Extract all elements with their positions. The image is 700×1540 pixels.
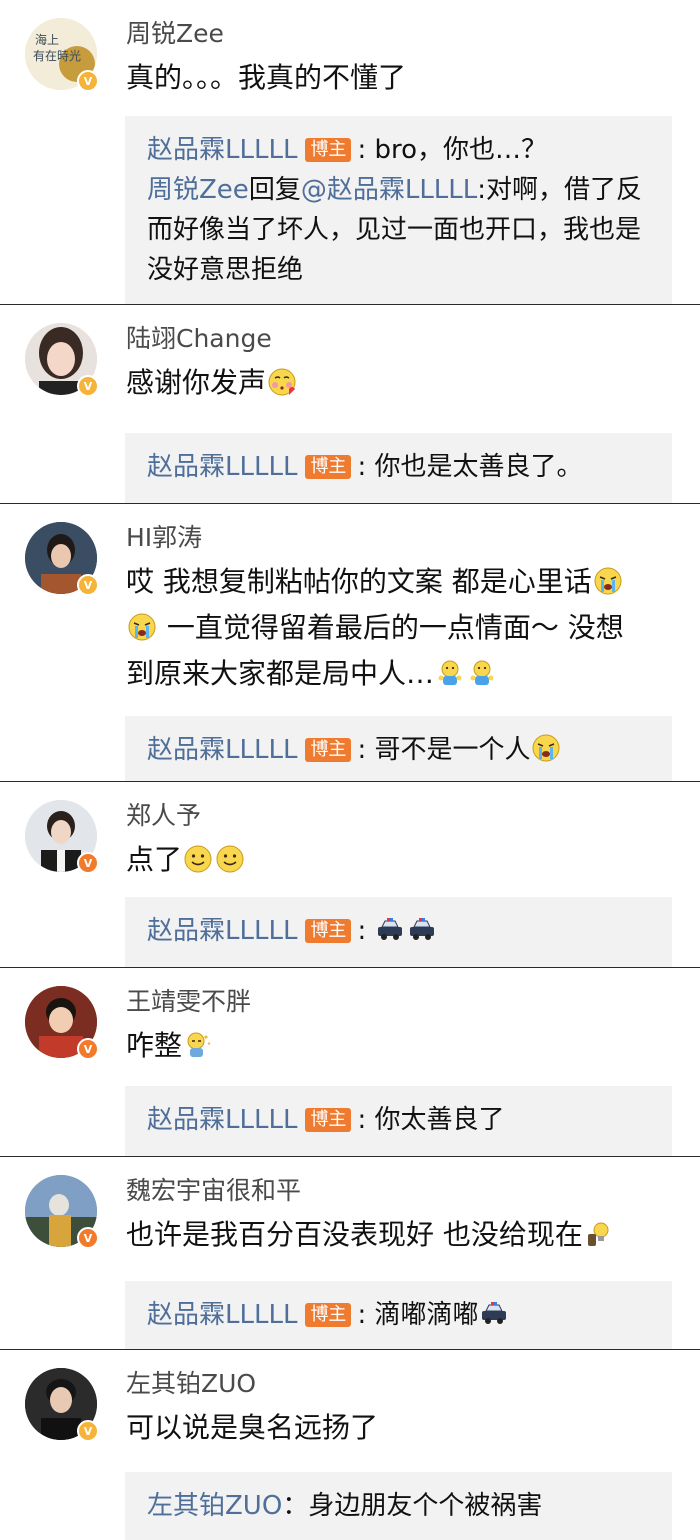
kiss-face-emoji-icon: [267, 367, 297, 397]
reply-line: 左其铂ZUO：身边朋友个个被祸害: [147, 1486, 650, 1526]
verified-badge-icon: V: [77, 70, 99, 92]
crying-face-emoji-icon: [127, 612, 157, 642]
reply-box[interactable]: 左其铂ZUO：身边朋友个个被祸害: [125, 1472, 672, 1540]
avatar[interactable]: V: [25, 522, 99, 596]
comment-text-line: 一直觉得留着最后的一点情面～ 没想: [126, 605, 672, 651]
comment-item: V 郑人予 点了 赵品霖LLLLL 博主:: [0, 781, 700, 967]
police-car-emoji-icon: [479, 1298, 509, 1328]
svg-text:有在時光: 有在時光: [33, 49, 81, 63]
svg-text:海上: 海上: [35, 32, 59, 47]
crying-laugh-emoji-icon: [531, 733, 561, 763]
comment-text: 咋整: [126, 1023, 672, 1069]
reply-box[interactable]: 赵品霖LLLLL 博主: bro，你也…？ 周锐Zee回复@赵品霖LLLLL:对啊…: [125, 116, 672, 304]
blogger-badge: 博主: [305, 1108, 352, 1132]
smile-face-emoji-icon: [215, 844, 245, 874]
blogger-badge: 博主: [305, 919, 352, 943]
reply-author[interactable]: 赵品霖LLLLL: [147, 452, 297, 482]
reply-author[interactable]: 赵品霖LLLLL: [147, 1105, 297, 1135]
reply-line: 赵品霖LLLLL 博主: bro，你也…？: [147, 130, 650, 170]
comment-item: V 左其铂ZUO 可以说是臭名远扬了 左其铂ZUO：身边朋友个个被祸害: [0, 1349, 700, 1540]
comment-username[interactable]: HI郭涛: [126, 522, 202, 554]
avatar[interactable]: V: [25, 986, 99, 1060]
reply-text: : 你也是太善良了。: [357, 452, 583, 482]
reply-box[interactable]: 赵品霖LLLLL 博主: 你也是太善良了。: [125, 433, 672, 503]
comment-text: 点了: [126, 837, 672, 883]
comment-username[interactable]: 周锐Zee: [126, 18, 224, 50]
comment-item: V 魏宏宇宙很和平 也许是我百分百没表现好 也没给现在 赵品霖LLLLL 博主: …: [0, 1156, 700, 1349]
reply-author[interactable]: 赵品霖LLLLL: [147, 1300, 297, 1330]
verified-badge-icon: V: [77, 1227, 99, 1249]
blogger-badge: 博主: [305, 455, 352, 479]
reply-line: 周锐Zee回复@赵品霖LLLLL:对啊，借了反而好像当了坏人，见过一面也开口，我…: [147, 170, 650, 290]
comment-username[interactable]: 左其铂ZUO: [126, 1368, 256, 1400]
police-car-emoji-icon: [407, 914, 437, 944]
reply-author[interactable]: 赵品霖LLLLL: [147, 735, 297, 765]
reply-author[interactable]: 左其铂ZUO: [147, 1491, 282, 1521]
reply-verb: 回复: [248, 175, 301, 205]
comment-item: V HI郭涛 哎 我想复制粘帖你的文案 都是心里话 一直觉得留着最后的一点情面～…: [0, 503, 700, 781]
reply-text: : 你太善良了: [357, 1105, 505, 1135]
comment-text-body: 感谢你发声: [126, 366, 267, 399]
comment-text-body: 点了: [126, 843, 183, 876]
reply-author[interactable]: 赵品霖LLLLL: [147, 916, 297, 946]
smile-face-emoji-icon: [183, 844, 213, 874]
reply-line: 赵品霖LLLLL 博主:: [147, 911, 650, 951]
comment-username[interactable]: 陆翊Change: [126, 323, 272, 355]
comment-text: 也许是我百分百没表现好 也没给现在: [126, 1212, 672, 1258]
reply-line: 赵品霖LLLLL 博主: 你也是太善良了。: [147, 447, 650, 487]
reply-box[interactable]: 赵品霖LLLLL 博主: 你太善良了: [125, 1086, 672, 1156]
reply-text: ：身边朋友个个被祸害: [282, 1491, 543, 1521]
lightbulb-emoji-icon: [584, 1219, 614, 1249]
reply-text: :: [357, 916, 367, 946]
comment-text-body: 也许是我百分百没表现好 也没给现在: [126, 1218, 583, 1251]
blogger-badge: 博主: [305, 138, 352, 162]
avatar[interactable]: V: [25, 1368, 99, 1442]
comment-text: 哎 我想复制粘帖你的文案 都是心里话 一直觉得留着最后的一点情面～ 没想 到原来…: [126, 559, 672, 697]
puzzled-emoji-icon: [183, 1030, 213, 1060]
hug-emoji-icon: [467, 658, 497, 688]
reply-mention[interactable]: @赵品霖LLLLL: [301, 175, 477, 205]
comment-item: 海上 有在時光 V 周锐Zee 真的。。。我真的不懂了 赵品霖LLLLL 博主: …: [0, 0, 700, 304]
avatar[interactable]: 海上 有在時光 V: [25, 18, 99, 92]
reply-author[interactable]: 周锐Zee: [147, 175, 249, 205]
police-car-emoji-icon: [375, 914, 405, 944]
comment-text-line: 到原来大家都是局中人…: [126, 651, 672, 697]
comment-text: 可以说是臭名远扬了: [126, 1411, 379, 1444]
blogger-badge: 博主: [305, 1303, 352, 1327]
reply-text: : 滴嘟滴嘟: [357, 1300, 479, 1330]
reply-box[interactable]: 赵品霖LLLLL 博主:: [125, 897, 672, 967]
comment-username[interactable]: 魏宏宇宙很和平: [126, 1175, 301, 1207]
comment-username[interactable]: 郑人予: [126, 800, 201, 832]
comment-text: 感谢你发声: [126, 360, 672, 406]
comment-text: 真的。。。我真的不懂了: [126, 61, 407, 94]
verified-badge-icon: V: [77, 1038, 99, 1060]
reply-text: : bro，你也…？: [357, 135, 547, 165]
crying-face-emoji-icon: [593, 566, 623, 596]
comment-item: V 陆翊Change 感谢你发声 赵品霖LLLLL 博主: 你也是太善良了。: [0, 304, 700, 503]
verified-badge-icon: V: [77, 1420, 99, 1442]
comment-text-body: 咋整: [126, 1029, 183, 1062]
avatar[interactable]: V: [25, 323, 99, 397]
avatar[interactable]: V: [25, 800, 99, 874]
comment-text-line: 哎 我想复制粘帖你的文案 都是心里话: [126, 559, 672, 605]
hug-emoji-icon: [435, 658, 465, 688]
verified-badge-icon: V: [77, 375, 99, 397]
blogger-badge: 博主: [305, 738, 352, 762]
verified-badge-icon: V: [77, 852, 99, 874]
reply-box[interactable]: 赵品霖LLLLL 博主: 滴嘟滴嘟: [125, 1281, 672, 1349]
reply-box[interactable]: 赵品霖LLLLL 博主: 哥不是一个人: [125, 716, 672, 781]
comment-item: V 王靖雯不胖 咋整 赵品霖LLLLL 博主: 你太善良了: [0, 967, 700, 1156]
reply-author[interactable]: 赵品霖LLLLL: [147, 135, 297, 165]
comment-username[interactable]: 王靖雯不胖: [126, 986, 251, 1018]
reply-line: 赵品霖LLLLL 博主: 哥不是一个人: [147, 730, 650, 770]
reply-line: 赵品霖LLLLL 博主: 滴嘟滴嘟: [147, 1295, 650, 1335]
reply-text: : 哥不是一个人: [357, 735, 531, 765]
verified-badge-icon: V: [77, 574, 99, 596]
reply-line: 赵品霖LLLLL 博主: 你太善良了: [147, 1100, 650, 1140]
avatar[interactable]: V: [25, 1175, 99, 1249]
